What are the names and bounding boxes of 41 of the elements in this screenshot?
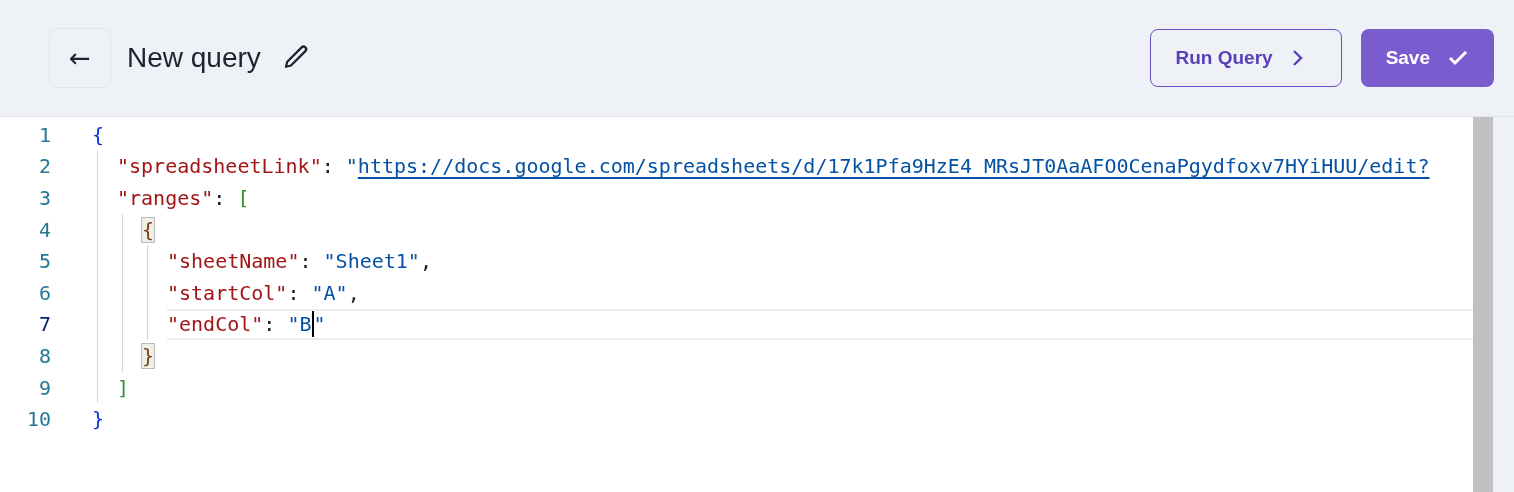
- line-number: 4: [37, 217, 51, 242]
- punctuation: ,: [347, 280, 360, 305]
- line-number: 5: [37, 249, 51, 274]
- bracket: {: [92, 122, 105, 147]
- bracket: ]: [117, 375, 130, 400]
- bracket: }: [142, 343, 155, 368]
- line-number: 9: [37, 375, 51, 400]
- scrollbar[interactable]: [1473, 117, 1493, 492]
- punctuation: :: [263, 312, 277, 337]
- json-string: ": [345, 154, 358, 179]
- punctuation: ,: [419, 249, 432, 274]
- json-key: "sheetName": [167, 249, 300, 274]
- json-string: "B: [287, 312, 312, 337]
- query-title: New query: [127, 42, 261, 74]
- json-string: ": [313, 312, 326, 337]
- chevron-icon: [1290, 49, 1303, 67]
- line-number: 2: [37, 154, 51, 179]
- json-key: "endCol": [167, 312, 264, 337]
- save-button[interactable]: Save: [1360, 29, 1494, 87]
- bracket: }: [92, 407, 105, 432]
- json-key: "startCol": [167, 280, 288, 305]
- json-key: "ranges": [117, 186, 214, 210]
- line-number: 10: [25, 407, 51, 432]
- json-string: "A": [311, 280, 348, 305]
- line-number: 8: [37, 343, 51, 368]
- json-string: "Sheet1": [323, 249, 420, 274]
- run-query-button[interactable]: Run Query: [1149, 29, 1342, 87]
- bracket: [: [237, 186, 250, 210]
- back-button[interactable]: ←: [49, 28, 111, 88]
- line-number: 6: [37, 280, 51, 305]
- punctuation: :: [287, 280, 301, 305]
- line-number: 1: [37, 122, 51, 147]
- punctuation: :: [299, 249, 313, 274]
- link[interactable]: https://docs.google.com/spreadsheets/d/17k1Pfa9HzE4_MRsJT0AaAFO0CenaPgydfoxv7HYiHUU/edit?: [357, 154, 1430, 179]
- line-number: 7: [37, 312, 51, 337]
- json-key: "spreadsheetLink": [117, 154, 322, 179]
- punctuation: :: [213, 186, 227, 210]
- punctuation: :: [321, 154, 335, 179]
- line-number: 3: [37, 186, 51, 210]
- bracket: {: [142, 217, 155, 242]
- check-icon: [1448, 50, 1468, 66]
